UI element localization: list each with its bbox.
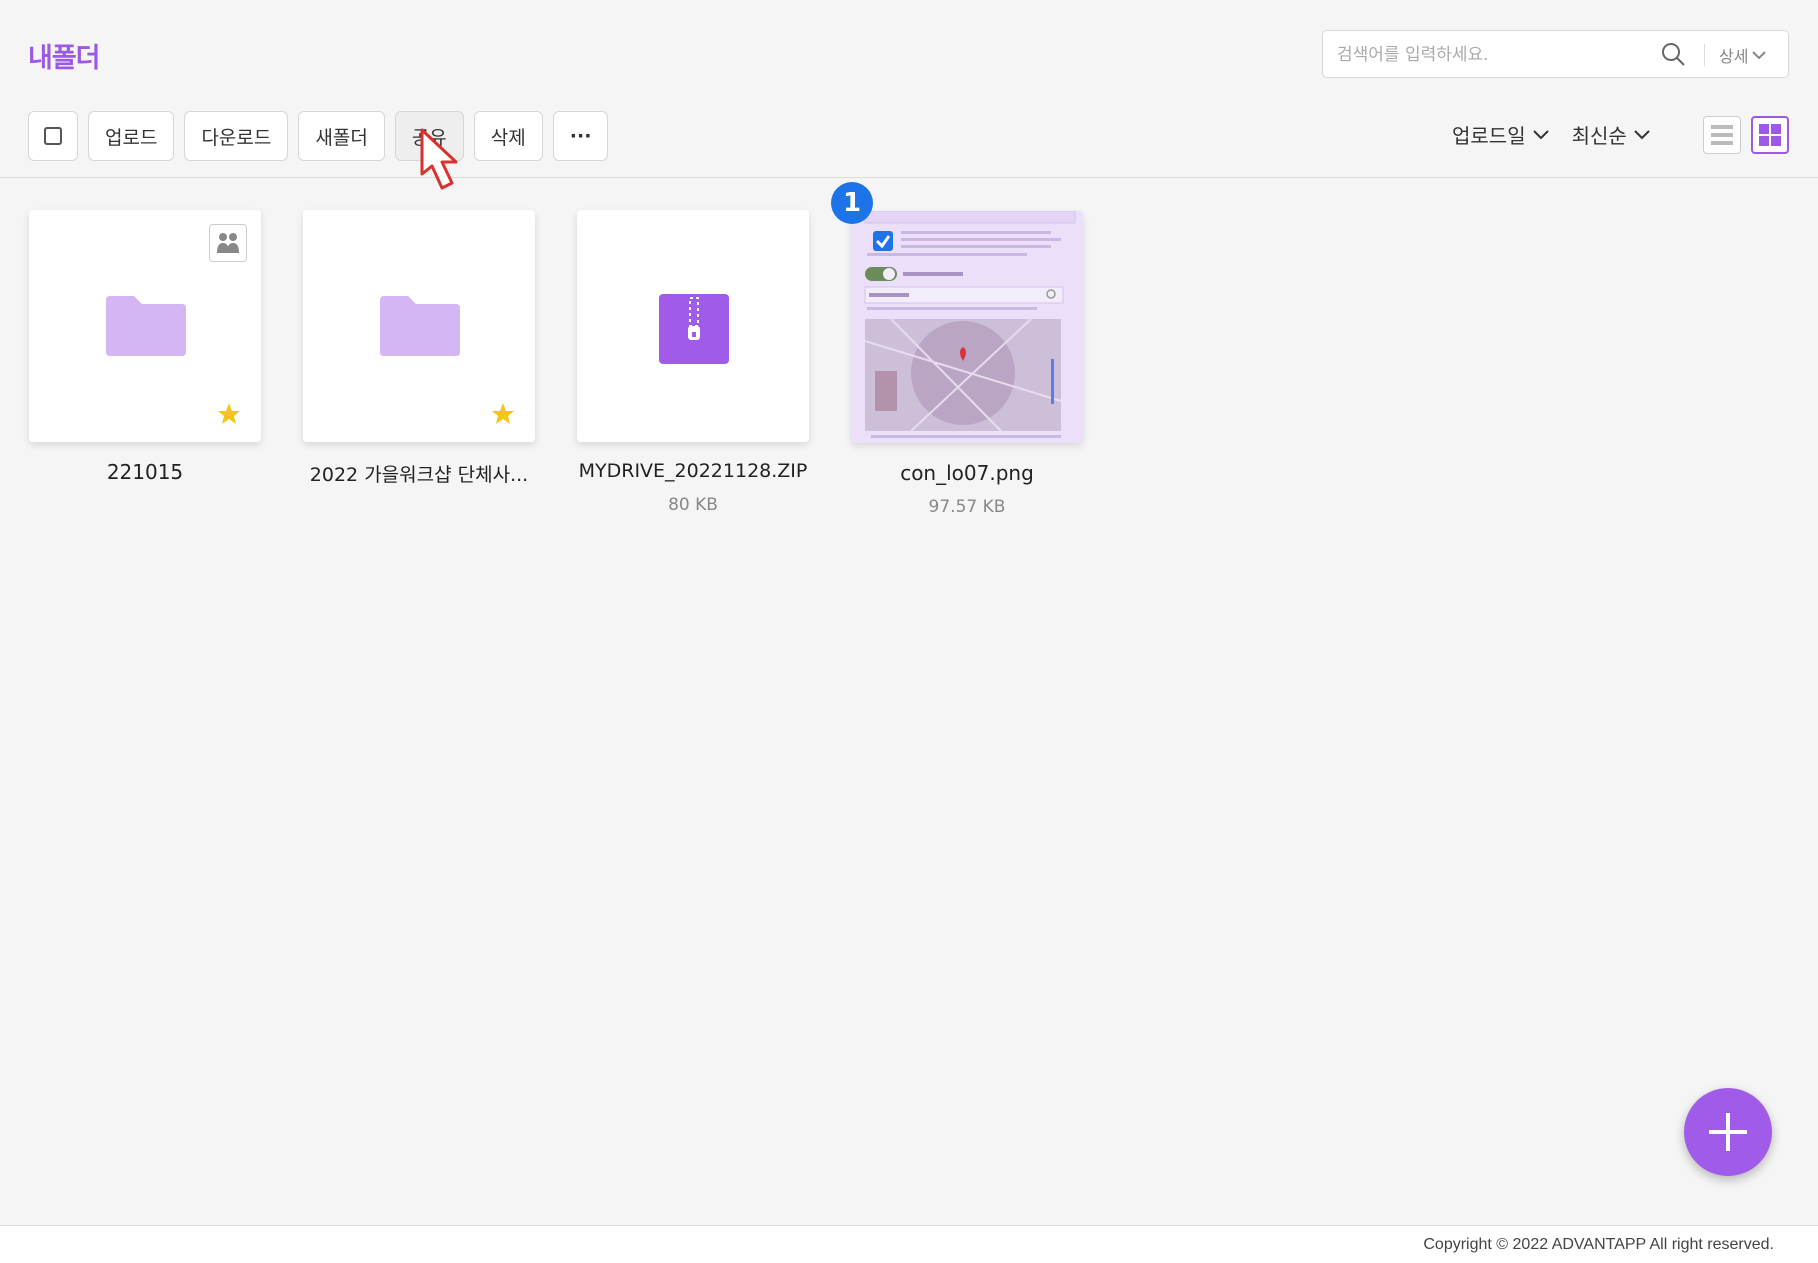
folder-icon	[380, 296, 460, 356]
sort-order-dropdown[interactable]: 최신순	[1572, 120, 1651, 149]
file-card-folder[interactable]	[303, 210, 535, 442]
sort-order-label: 최신순	[1571, 124, 1627, 148]
file-size: 80 KB	[668, 495, 718, 515]
upload-button[interactable]: 업로드	[88, 111, 175, 161]
delete-button[interactable]: 삭제	[473, 111, 543, 161]
file-name: 221015	[106, 460, 184, 484]
file-name: con_lo07.png	[900, 461, 1034, 485]
select-all-checkbox[interactable]	[28, 111, 78, 161]
zip-icon	[659, 294, 729, 364]
file-card-zip[interactable]	[577, 210, 809, 442]
toolbar: 업로드 다운로드 새폴더 공유 삭제 ···	[28, 111, 609, 161]
chevron-down-icon	[1634, 129, 1650, 139]
copyright-text: Copyright © 2022 ADVANTAPP All right res…	[1423, 1236, 1774, 1253]
file-name: MYDRIVE_20221128.ZIP	[578, 460, 808, 482]
step-badge: 1	[831, 182, 873, 224]
grid-view-icon	[1759, 124, 1781, 146]
add-button[interactable]	[1684, 1088, 1772, 1176]
grid-view-button[interactable]	[1751, 116, 1789, 154]
search-box: 상세	[1322, 30, 1789, 78]
folder-icon	[106, 296, 186, 356]
more-button[interactable]: ···	[552, 111, 609, 161]
file-card-image[interactable]	[851, 211, 1083, 443]
page-title: 내폴더	[28, 43, 101, 74]
chevron-down-icon	[1532, 129, 1549, 139]
sort-field-label: 업로드일	[1452, 124, 1526, 148]
sort-field-dropdown[interactable]: 업로드일	[1452, 120, 1550, 149]
star-icon[interactable]	[217, 402, 241, 426]
sort-area: 업로드일 최신순	[1452, 120, 1651, 149]
file-size: 97.57 KB	[928, 497, 1006, 517]
toolbar-divider	[0, 177, 1818, 178]
search-input[interactable]	[1335, 39, 1669, 71]
search-detail-button[interactable]: 상세	[1719, 43, 1767, 67]
file-card-folder[interactable]	[29, 210, 261, 442]
search-divider	[1704, 44, 1705, 66]
list-view-icon	[1711, 125, 1733, 145]
search-detail-label: 상세	[1719, 47, 1749, 66]
list-view-button[interactable]	[1703, 116, 1741, 154]
plus-icon	[1709, 1113, 1747, 1151]
new-folder-button[interactable]: 새폴더	[298, 111, 385, 161]
search-icon[interactable]	[1660, 41, 1686, 67]
share-button[interactable]: 공유	[394, 111, 464, 161]
star-icon[interactable]	[491, 402, 515, 426]
download-button[interactable]: 다운로드	[184, 111, 289, 161]
chevron-down-icon	[1752, 51, 1767, 60]
image-thumbnail	[851, 211, 1083, 443]
checkbox-box	[44, 127, 62, 145]
share-people-icon	[209, 224, 247, 262]
file-name: 2022 가을워크샵 단체사...	[309, 464, 529, 486]
